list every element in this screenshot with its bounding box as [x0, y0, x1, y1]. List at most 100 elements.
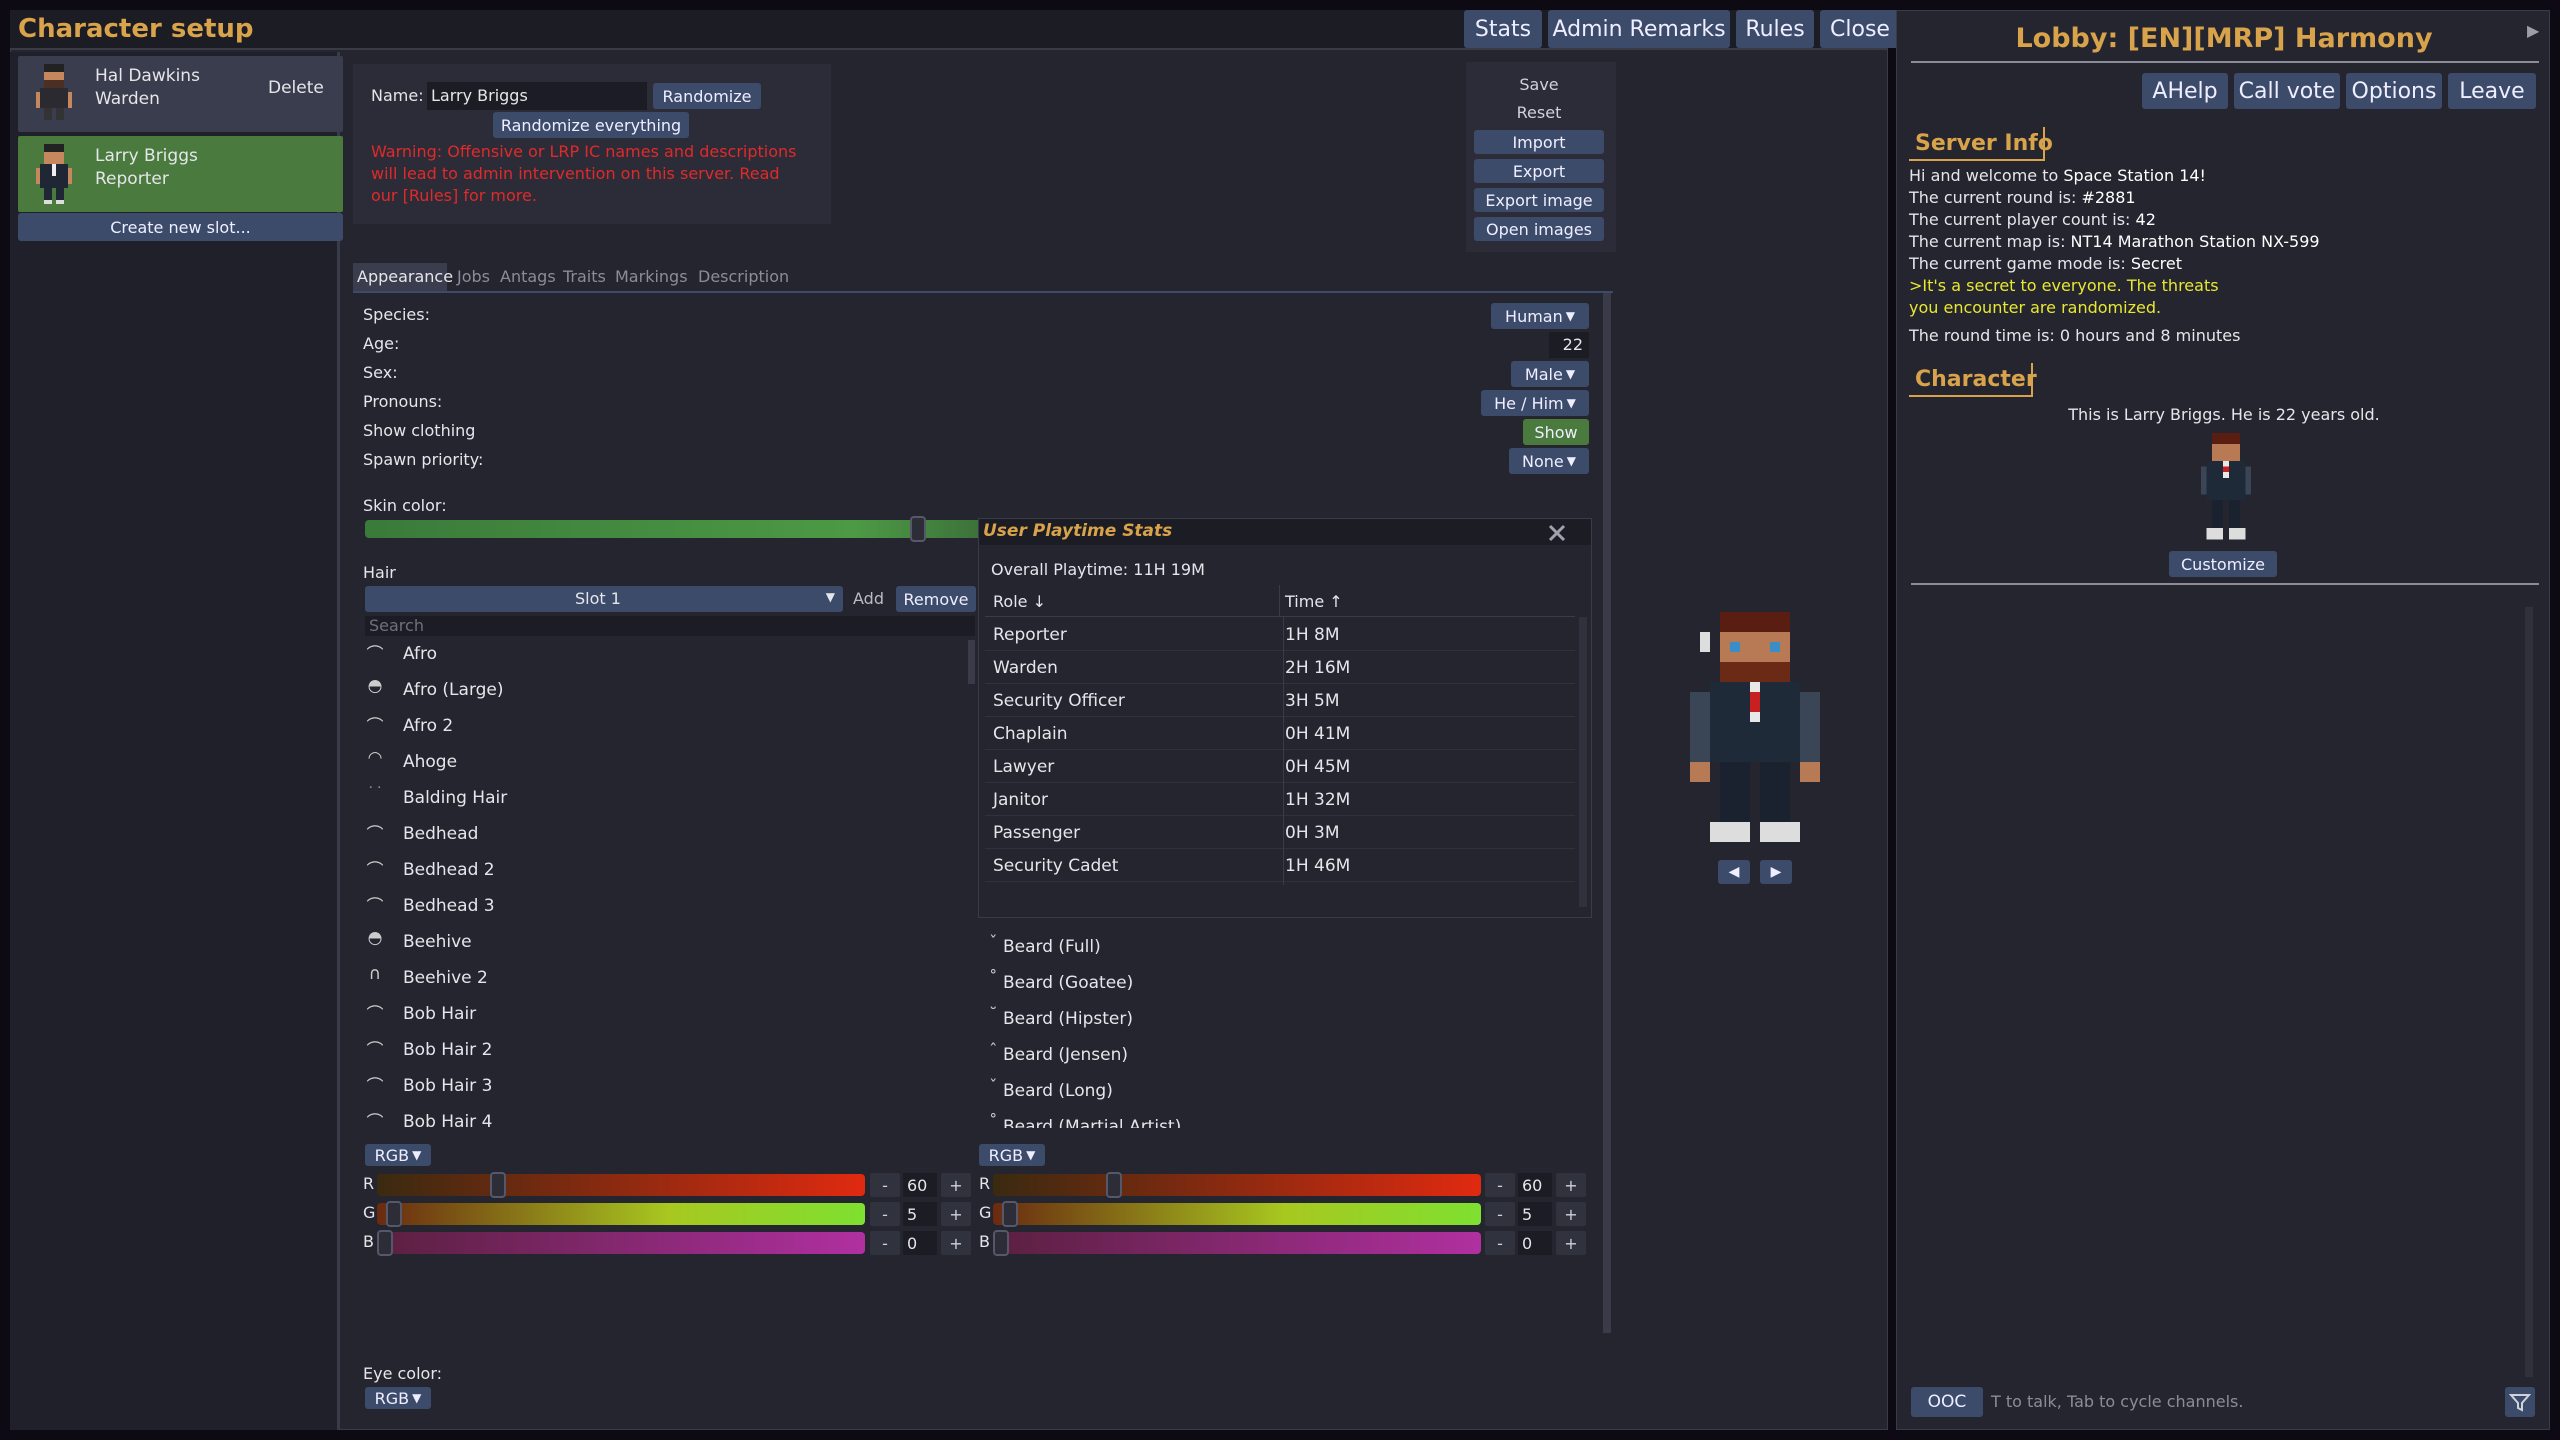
- slider-knob[interactable]: [386, 1201, 403, 1227]
- export-image-button[interactable]: Export image: [1474, 188, 1604, 212]
- close-button[interactable]: Close: [1820, 10, 1900, 48]
- green-value-input[interactable]: 5: [1518, 1202, 1552, 1226]
- list-item[interactable]: Bob Hair: [403, 1004, 476, 1024]
- import-button[interactable]: Import: [1474, 130, 1604, 154]
- blue-minus-button[interactable]: -: [870, 1231, 900, 1255]
- open-images-button[interactable]: Open images: [1474, 217, 1604, 241]
- red-plus-button[interactable]: +: [941, 1173, 971, 1197]
- list-item[interactable]: Beard (Martial Artist): [1003, 1117, 1181, 1128]
- admin-remarks-button[interactable]: Admin Remarks: [1548, 10, 1730, 48]
- green-minus-button[interactable]: -: [870, 1202, 900, 1226]
- reset-button[interactable]: Reset: [1474, 100, 1604, 124]
- list-item[interactable]: Beehive: [403, 932, 472, 952]
- tab-jobs[interactable]: Jobs: [457, 267, 490, 286]
- green-value-input[interactable]: 5: [903, 1202, 937, 1226]
- chat-scrollbar[interactable]: [2525, 607, 2533, 1377]
- tab-traits[interactable]: Traits: [563, 267, 606, 286]
- slider-knob[interactable]: [910, 516, 926, 542]
- rules-button[interactable]: Rules: [1736, 10, 1814, 48]
- export-button[interactable]: Export: [1474, 159, 1604, 183]
- blue-plus-button[interactable]: +: [941, 1231, 971, 1255]
- filter-icon[interactable]: [2505, 1387, 2535, 1417]
- stats-button[interactable]: Stats: [1464, 10, 1542, 48]
- slider-knob[interactable]: [1002, 1201, 1019, 1227]
- tab-description[interactable]: Description: [698, 267, 789, 286]
- list-item[interactable]: Beard (Hipster): [1003, 1009, 1133, 1029]
- call-vote-button[interactable]: Call vote: [2234, 73, 2340, 109]
- sex-dropdown[interactable]: Male: [1511, 361, 1589, 387]
- time-column-header[interactable]: Time ↑: [1285, 592, 1343, 611]
- chat-input[interactable]: T to talk, Tab to cycle channels.: [1991, 1387, 2471, 1417]
- list-item[interactable]: Beard (Full): [1003, 937, 1101, 957]
- list-item[interactable]: Bob Hair 3: [403, 1076, 492, 1096]
- blue-plus-button[interactable]: +: [1556, 1231, 1586, 1255]
- role-column-header[interactable]: Role ↓: [993, 592, 1046, 611]
- list-item[interactable]: Afro (Large): [403, 680, 504, 700]
- list-item[interactable]: Afro: [403, 644, 437, 664]
- character-slot-hal[interactable]: Hal Dawkins Warden Delete: [18, 56, 343, 132]
- green-minus-button[interactable]: -: [1485, 1202, 1515, 1226]
- spawn-priority-dropdown[interactable]: None: [1509, 448, 1589, 474]
- green-plus-button[interactable]: +: [1556, 1202, 1586, 1226]
- list-item[interactable]: Beard (Jensen): [1003, 1045, 1128, 1065]
- hair-color-mode-dropdown[interactable]: RGB: [365, 1144, 431, 1166]
- facial-blue-slider[interactable]: [993, 1230, 1481, 1256]
- blue-value-input[interactable]: 0: [903, 1231, 937, 1255]
- hair-red-slider[interactable]: [377, 1172, 865, 1198]
- list-item[interactable]: Ahoge: [403, 752, 457, 772]
- hair-list-scrollbar[interactable]: [968, 640, 975, 684]
- close-icon[interactable]: [1547, 523, 1567, 543]
- hair-slot-dropdown[interactable]: Slot 1 ▼: [365, 586, 843, 612]
- ahelp-button[interactable]: AHelp: [2142, 73, 2228, 109]
- hair-blue-slider[interactable]: [377, 1230, 865, 1256]
- list-item[interactable]: Balding Hair: [403, 788, 507, 808]
- eye-color-mode-dropdown[interactable]: RGB: [365, 1387, 431, 1409]
- list-item[interactable]: Bedhead 2: [403, 860, 495, 880]
- species-dropdown[interactable]: Human: [1491, 303, 1589, 329]
- list-item[interactable]: Bob Hair 4: [403, 1112, 492, 1127]
- table-scrollbar[interactable]: [1579, 617, 1587, 907]
- blue-minus-button[interactable]: -: [1485, 1231, 1515, 1255]
- red-plus-button[interactable]: +: [1556, 1173, 1586, 1197]
- facial-red-slider[interactable]: [993, 1172, 1481, 1198]
- slider-knob[interactable]: [1106, 1172, 1123, 1198]
- list-item[interactable]: Beard (Goatee): [1003, 973, 1133, 993]
- red-value-input[interactable]: 60: [1518, 1173, 1552, 1197]
- slider-knob[interactable]: [377, 1230, 393, 1256]
- tab-appearance[interactable]: Appearance: [353, 263, 453, 291]
- hair-add-button[interactable]: Add: [853, 589, 884, 608]
- randomize-everything-button[interactable]: Randomize everything: [493, 112, 689, 138]
- tab-antags[interactable]: Antags: [500, 267, 556, 286]
- red-minus-button[interactable]: -: [1485, 1173, 1515, 1197]
- red-value-input[interactable]: 60: [903, 1173, 937, 1197]
- hair-search-input[interactable]: Search: [365, 616, 975, 636]
- slider-knob[interactable]: [993, 1230, 1009, 1256]
- customize-button[interactable]: Customize: [2169, 551, 2277, 577]
- tab-markings[interactable]: Markings: [615, 267, 688, 286]
- list-item[interactable]: Bob Hair 2: [403, 1040, 492, 1060]
- list-item[interactable]: Bedhead 3: [403, 896, 495, 916]
- save-button[interactable]: Save: [1474, 72, 1604, 96]
- facial-color-mode-dropdown[interactable]: RGB: [979, 1144, 1045, 1166]
- delete-slot-button[interactable]: Delete: [268, 78, 324, 98]
- red-minus-button[interactable]: -: [870, 1173, 900, 1197]
- chat-channel-button[interactable]: OOC: [1911, 1387, 1983, 1417]
- green-plus-button[interactable]: +: [941, 1202, 971, 1226]
- list-item[interactable]: Afro 2: [403, 716, 453, 736]
- character-slot-larry[interactable]: Larry Briggs Reporter: [18, 136, 343, 212]
- leave-button[interactable]: Leave: [2448, 73, 2536, 109]
- list-item[interactable]: Beehive 2: [403, 968, 488, 988]
- panel-scrollbar[interactable]: [1603, 293, 1611, 1333]
- create-slot-button[interactable]: Create new slot...: [18, 213, 343, 241]
- rotate-left-icon[interactable]: ◀: [1718, 860, 1750, 884]
- options-button[interactable]: Options: [2346, 73, 2442, 109]
- collapse-arrow-icon[interactable]: ▶: [2527, 21, 2539, 40]
- hair-green-slider[interactable]: [377, 1201, 865, 1227]
- hair-remove-button[interactable]: Remove: [896, 586, 976, 612]
- list-item[interactable]: Bedhead: [403, 824, 478, 844]
- list-item[interactable]: Beard (Long): [1003, 1081, 1113, 1101]
- show-clothing-toggle[interactable]: Show: [1523, 419, 1589, 445]
- facial-green-slider[interactable]: [993, 1201, 1481, 1227]
- age-input[interactable]: 22: [1549, 332, 1589, 358]
- blue-value-input[interactable]: 0: [1518, 1231, 1552, 1255]
